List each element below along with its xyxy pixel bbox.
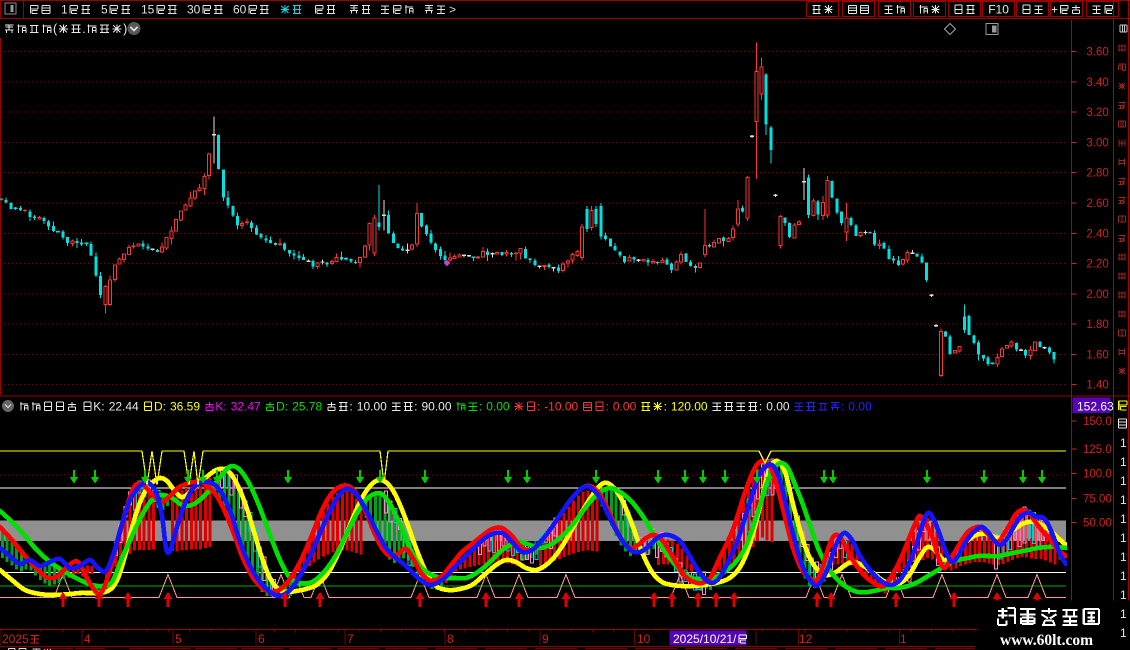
- svg-text:90.00: 90.00: [422, 400, 455, 414]
- svg-text::: :: [759, 400, 766, 414]
- svg-text:8: 8: [447, 632, 454, 646]
- svg-text:.: .: [82, 22, 85, 36]
- svg-text:2.80: 2.80: [1086, 168, 1108, 180]
- svg-text:1: 1: [1120, 550, 1127, 564]
- svg-text:K:: K:: [215, 400, 230, 414]
- svg-text:D:: D:: [154, 400, 169, 414]
- svg-text:6: 6: [258, 632, 265, 646]
- svg-text:F10: F10: [988, 3, 1009, 17]
- svg-text:9: 9: [542, 632, 549, 646]
- svg-text:0.00: 0.00: [766, 400, 793, 414]
- svg-text:3.40: 3.40: [1086, 77, 1108, 89]
- svg-text:3.20: 3.20: [1086, 107, 1108, 119]
- svg-text:22.44: 22.44: [109, 400, 142, 414]
- svg-text:1: 1: [1120, 588, 1127, 602]
- svg-text:100.0: 100.0: [1083, 469, 1112, 481]
- svg-text:-10.00: -10.00: [544, 400, 581, 414]
- svg-text:10.00: 10.00: [357, 400, 390, 414]
- svg-text:10: 10: [637, 632, 651, 646]
- svg-text:D:: D:: [276, 400, 291, 414]
- svg-text::: :: [349, 400, 356, 414]
- svg-text::: :: [537, 400, 544, 414]
- svg-text::: :: [479, 400, 486, 414]
- svg-text:+: +: [1051, 3, 1058, 17]
- svg-text:125.0: 125.0: [1083, 444, 1112, 456]
- svg-text:1: 1: [1120, 569, 1127, 583]
- svg-text:1: 1: [1120, 474, 1127, 488]
- svg-text::: :: [841, 400, 848, 414]
- svg-text:4: 4: [84, 632, 91, 646]
- svg-text:2.40: 2.40: [1086, 228, 1108, 240]
- svg-text:0.00: 0.00: [848, 400, 872, 414]
- svg-text:1: 1: [1120, 493, 1127, 507]
- svg-text::: :: [664, 400, 671, 414]
- svg-text:3.60: 3.60: [1086, 47, 1108, 59]
- svg-text:1: 1: [1120, 531, 1127, 545]
- svg-text:5: 5: [175, 632, 182, 646]
- svg-text:2025: 2025: [2, 632, 29, 646]
- svg-text:1.60: 1.60: [1086, 349, 1108, 361]
- svg-text:152.63: 152.63: [1077, 400, 1114, 414]
- svg-text:15: 15: [141, 3, 155, 17]
- svg-text:150.0: 150.0: [1083, 416, 1112, 428]
- svg-text:60: 60: [233, 3, 247, 17]
- svg-text:30: 30: [187, 3, 201, 17]
- svg-text:1: 1: [1120, 436, 1127, 450]
- svg-text:3.00: 3.00: [1086, 138, 1108, 150]
- svg-text:1: 1: [1120, 607, 1127, 621]
- svg-text:2.60: 2.60: [1086, 198, 1108, 210]
- svg-text::: :: [414, 400, 421, 414]
- svg-text:K:: K:: [93, 400, 108, 414]
- svg-text:50.00: 50.00: [1083, 518, 1112, 530]
- svg-text:7: 7: [347, 632, 354, 646]
- svg-text:36.59: 36.59: [170, 400, 203, 414]
- svg-text:0.00: 0.00: [486, 400, 513, 414]
- svg-text:12: 12: [799, 632, 813, 646]
- svg-text:1: 1: [900, 632, 907, 646]
- svg-text:120.00: 120.00: [671, 400, 711, 414]
- svg-text:2.20: 2.20: [1086, 259, 1108, 271]
- svg-text:1.80: 1.80: [1086, 319, 1108, 331]
- svg-text:>: >: [449, 3, 456, 17]
- svg-text:0.00: 0.00: [613, 400, 640, 414]
- svg-text:32.47: 32.47: [231, 400, 264, 414]
- svg-text:1: 1: [1120, 512, 1127, 526]
- svg-text:): ): [123, 22, 127, 36]
- svg-text:1: 1: [1120, 455, 1127, 469]
- svg-text:1: 1: [61, 3, 68, 17]
- svg-text:75.00: 75.00: [1083, 494, 1112, 506]
- svg-text::: :: [606, 400, 613, 414]
- svg-text:2.00: 2.00: [1086, 289, 1108, 301]
- svg-text:2025/10/21/: 2025/10/21/: [673, 632, 737, 646]
- svg-text:1: 1: [1120, 626, 1127, 640]
- svg-text:www.60lt.com: www.60lt.com: [1000, 632, 1093, 649]
- svg-text:25.78: 25.78: [292, 400, 325, 414]
- svg-text:5: 5: [101, 3, 108, 17]
- svg-text:1.40: 1.40: [1086, 380, 1108, 392]
